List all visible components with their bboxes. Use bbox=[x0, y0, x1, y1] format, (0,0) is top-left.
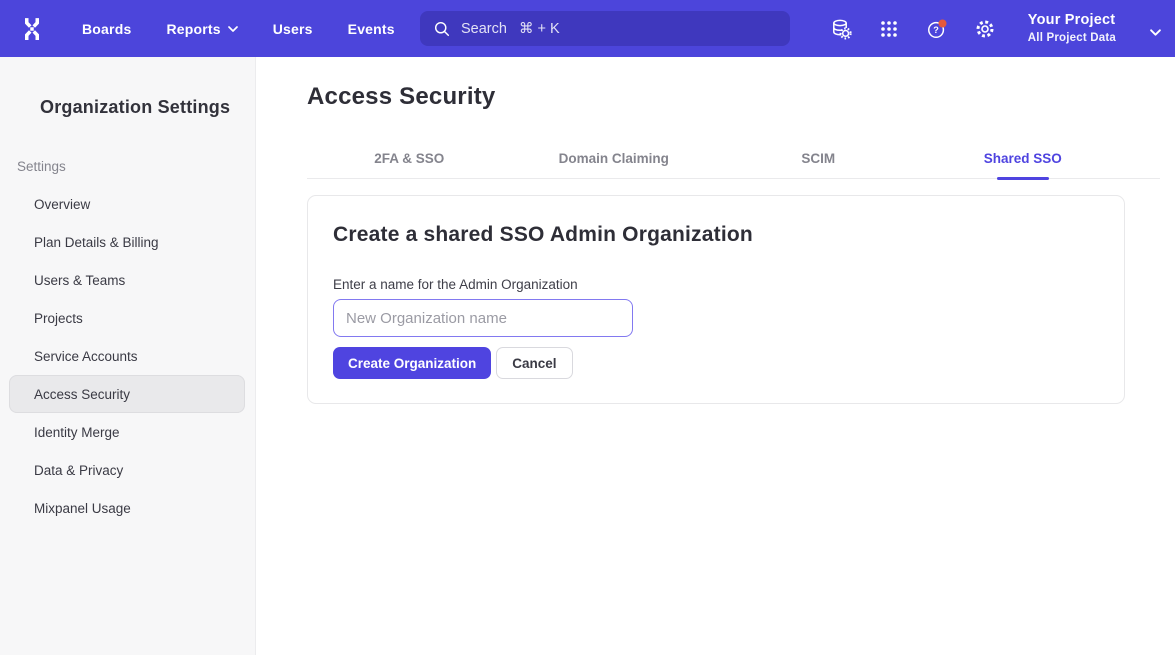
main-content: Access Security 2FA & SSO Domain Claimin… bbox=[256, 57, 1175, 655]
primary-nav: Boards Reports Users Events bbox=[82, 21, 395, 37]
org-name-label: Enter a name for the Admin Organization bbox=[333, 277, 1100, 292]
project-data-scope: All Project Data bbox=[1028, 33, 1116, 45]
tab-2fa-sso-label: 2FA & SSO bbox=[374, 151, 444, 166]
data-management-icon[interactable] bbox=[830, 18, 852, 40]
tab-2fa-sso[interactable]: 2FA & SSO bbox=[307, 145, 512, 179]
search-icon bbox=[433, 20, 451, 38]
nav-events[interactable]: Events bbox=[348, 21, 395, 37]
tab-domain-claiming-label: Domain Claiming bbox=[559, 151, 669, 166]
settings-gear-icon[interactable] bbox=[974, 18, 996, 40]
sidebar-title: Organization Settings bbox=[40, 97, 255, 118]
tab-domain-claiming[interactable]: Domain Claiming bbox=[512, 145, 717, 179]
sidebar: Organization Settings Settings Overview … bbox=[0, 57, 256, 655]
sidebar-item-identity-merge[interactable]: Identity Merge bbox=[9, 413, 245, 451]
sidebar-item-users-teams[interactable]: Users & Teams bbox=[9, 261, 245, 299]
sidebar-item-data-privacy[interactable]: Data & Privacy bbox=[9, 451, 245, 489]
alert-dot bbox=[938, 19, 946, 27]
chevron-down-icon bbox=[228, 26, 238, 32]
project-name: Your Project bbox=[1028, 13, 1116, 28]
sidebar-item-projects[interactable]: Projects bbox=[9, 299, 245, 337]
apps-grid-icon[interactable] bbox=[878, 18, 900, 40]
chevron-down-icon[interactable] bbox=[1150, 29, 1161, 36]
nav-users-label: Users bbox=[273, 21, 313, 37]
sidebar-nav: Overview Plan Details & Billing Users & … bbox=[0, 185, 255, 527]
tab-scim[interactable]: SCIM bbox=[716, 145, 921, 179]
card-actions: Create Organization Cancel bbox=[333, 347, 1100, 379]
nav-events-label: Events bbox=[348, 21, 395, 37]
search-shortcut-hint: ⌘ + K bbox=[519, 21, 560, 37]
search-input[interactable]: Search ⌘ + K bbox=[420, 11, 790, 46]
card-heading: Create a shared SSO Admin Organization bbox=[333, 223, 1100, 247]
nav-users[interactable]: Users bbox=[273, 21, 313, 37]
shared-sso-card: Create a shared SSO Admin Organization E… bbox=[307, 195, 1125, 404]
nav-reports[interactable]: Reports bbox=[166, 21, 237, 37]
sidebar-section-label: Settings bbox=[17, 159, 255, 174]
search-placeholder: Search bbox=[461, 21, 507, 37]
sidebar-item-mixpanel-usage[interactable]: Mixpanel Usage bbox=[9, 489, 245, 527]
page-title: Access Security bbox=[307, 83, 1175, 111]
sidebar-item-service-accounts[interactable]: Service Accounts bbox=[9, 337, 245, 375]
sidebar-item-overview[interactable]: Overview bbox=[9, 185, 245, 223]
navbar-left: Boards Reports Users Events bbox=[0, 12, 395, 46]
nav-reports-label: Reports bbox=[166, 21, 220, 37]
project-switcher[interactable]: Your Project All Project Data bbox=[1028, 13, 1116, 44]
create-organization-button[interactable]: Create Organization bbox=[333, 347, 491, 379]
help-icon[interactable]: ? bbox=[926, 18, 948, 40]
navbar-right: ? Your Project All Project Data bbox=[830, 0, 1161, 57]
nav-boards[interactable]: Boards bbox=[82, 21, 131, 37]
active-tab-underline bbox=[997, 177, 1049, 181]
app-window: Boards Reports Users Events Search ⌘ + K bbox=[0, 0, 1175, 655]
tab-shared-sso-label: Shared SSO bbox=[984, 151, 1062, 166]
mixpanel-logo-icon[interactable] bbox=[18, 12, 48, 46]
top-navbar: Boards Reports Users Events Search ⌘ + K bbox=[0, 0, 1175, 57]
org-name-input[interactable] bbox=[333, 299, 633, 337]
tab-bar: 2FA & SSO Domain Claiming SCIM Shared SS… bbox=[307, 145, 1160, 179]
sidebar-item-plan-details-billing[interactable]: Plan Details & Billing bbox=[9, 223, 245, 261]
sidebar-item-access-security[interactable]: Access Security bbox=[9, 375, 245, 413]
tab-scim-label: SCIM bbox=[801, 151, 835, 166]
cancel-button[interactable]: Cancel bbox=[496, 347, 572, 379]
tab-bar-inner: 2FA & SSO Domain Claiming SCIM Shared SS… bbox=[307, 145, 1125, 179]
svg-text:?: ? bbox=[933, 25, 939, 35]
tab-shared-sso[interactable]: Shared SSO bbox=[921, 145, 1126, 179]
nav-boards-label: Boards bbox=[82, 21, 131, 37]
